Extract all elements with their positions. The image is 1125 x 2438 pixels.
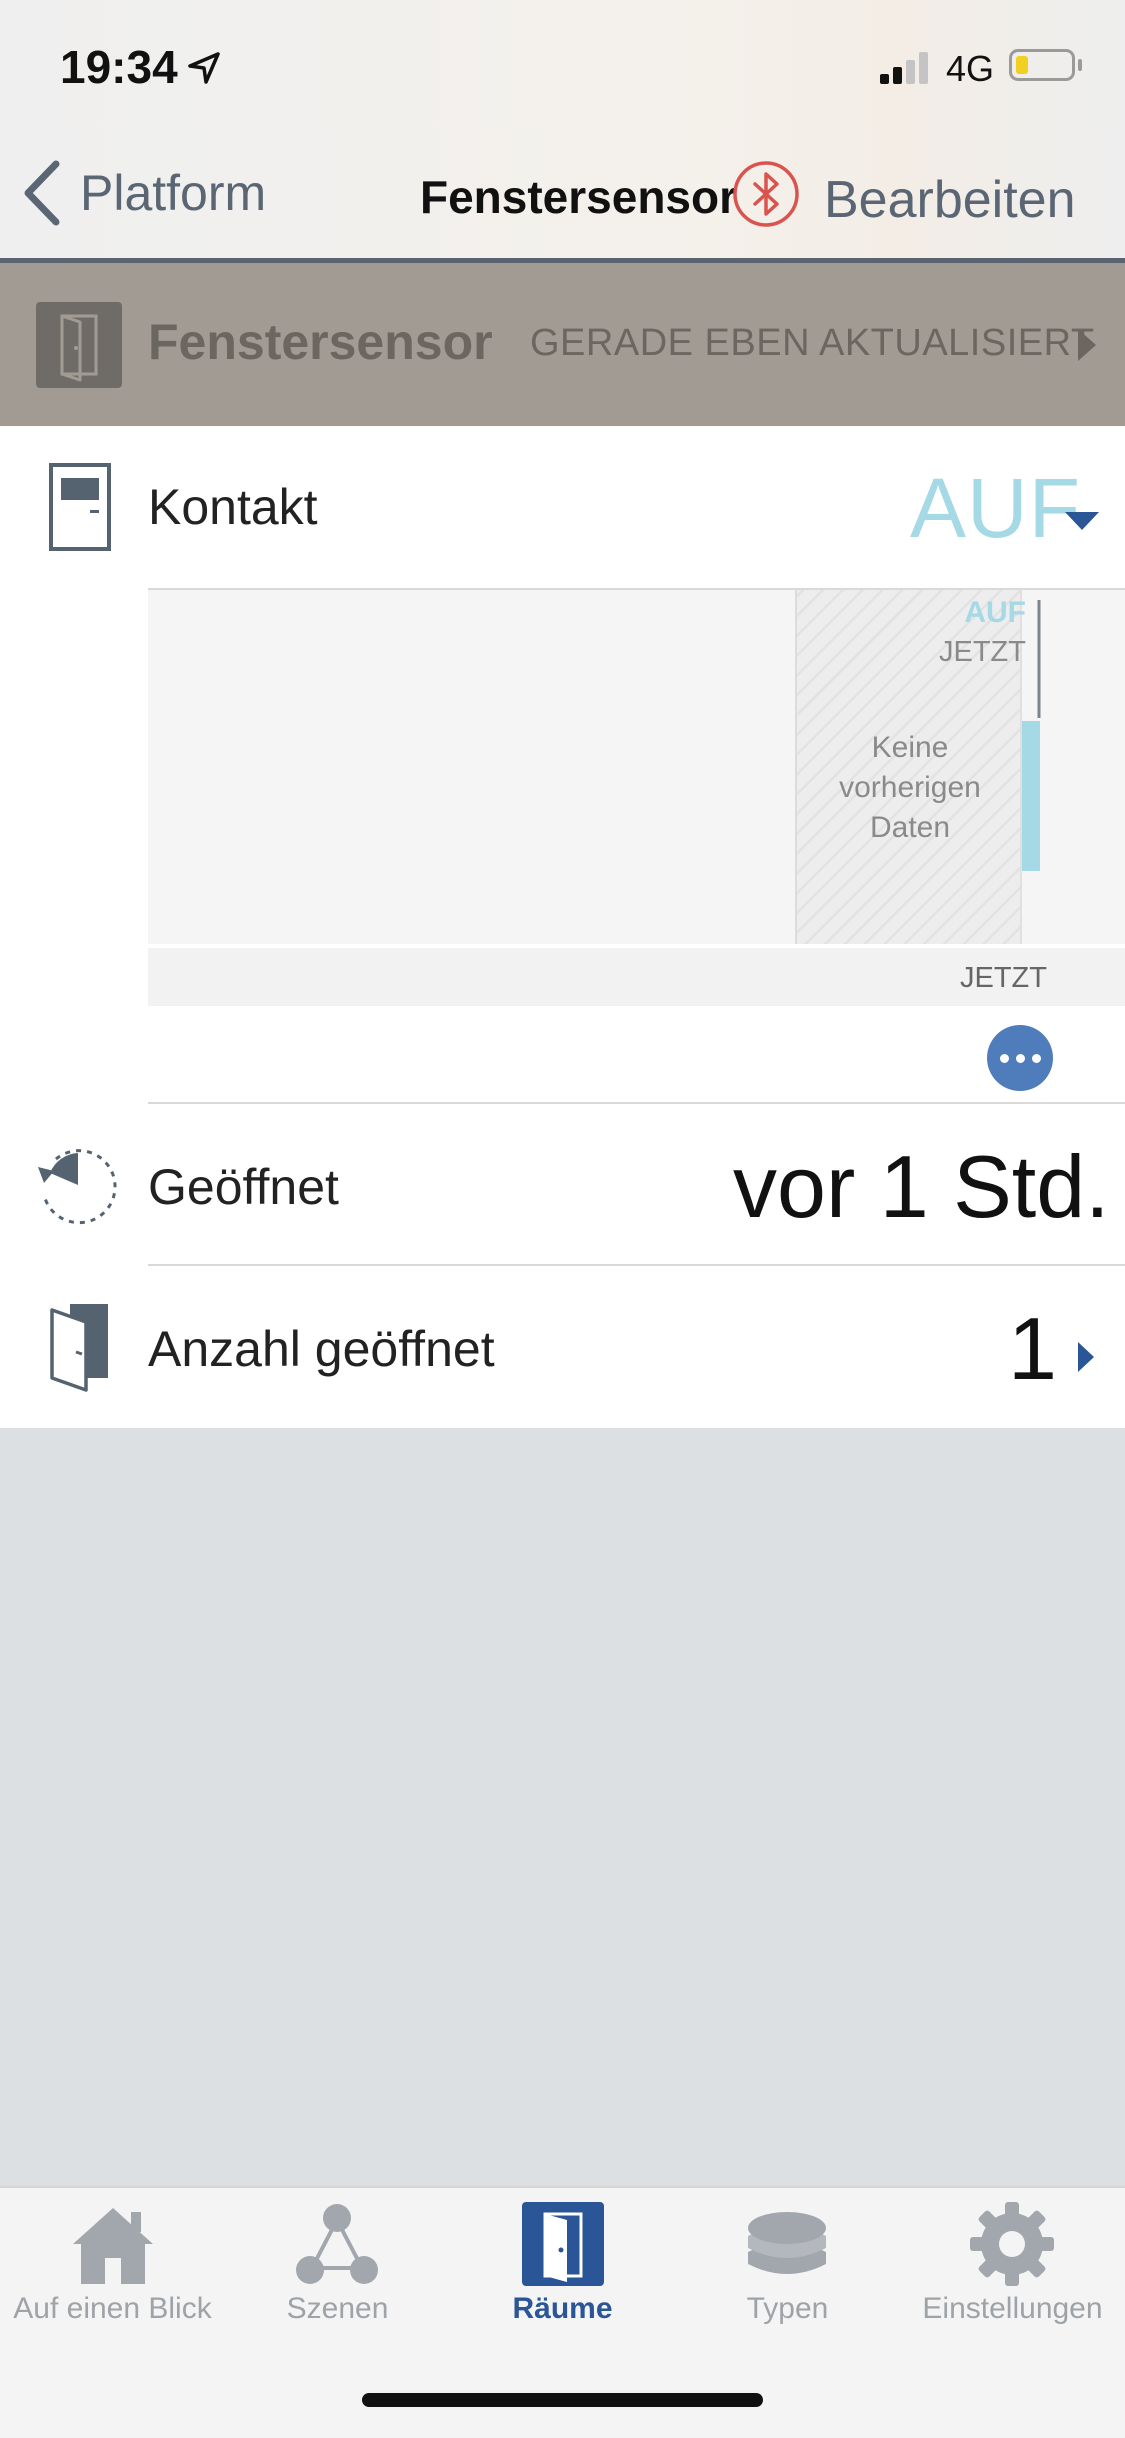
edit-button[interactable]: Bearbeiten [824, 170, 1076, 230]
page-title: Fenstersensor [420, 171, 738, 223]
house-icon [73, 2208, 153, 2284]
chart-state-label: AUF [964, 596, 1026, 629]
back-label: Platform [80, 165, 267, 221]
more-dot [1015, 1053, 1025, 1063]
cellular-signal-icon [880, 52, 928, 84]
chart-axis-tick-label: JETZT [960, 962, 1047, 994]
tab-types[interactable]: Typen [675, 2200, 900, 2330]
state-bar-open [1022, 721, 1040, 871]
open-count-label: Anzahl geöffnet [148, 1321, 495, 1377]
opened-label: Geöffnet [148, 1159, 339, 1215]
time-history-icon [38, 1149, 117, 1225]
battery-icon [1009, 49, 1075, 81]
device-door-icon [36, 302, 122, 388]
tab-label: Szenen [286, 2292, 389, 2325]
contact-label: Kontakt [148, 479, 318, 535]
layers-icon [748, 2212, 826, 2274]
caret-down-icon[interactable] [1063, 510, 1101, 532]
battery-level [1016, 56, 1028, 74]
tab-label: Auf einen Blick [13, 2292, 212, 2325]
chevron-right-icon [1078, 329, 1096, 361]
tab-settings[interactable]: Einstellungen [900, 2200, 1125, 2330]
chart-no-data-label: Keine vorherigen Daten [839, 731, 981, 844]
tab-label: Typen [746, 2292, 829, 2325]
tab-label: Räume [512, 2292, 613, 2325]
gear-icon [970, 2202, 1054, 2286]
battery-cap [1078, 59, 1082, 71]
chevron-right-icon[interactable] [1076, 1340, 1096, 1374]
network-type: 4G [946, 48, 995, 89]
scenes-icon [296, 2204, 378, 2284]
tab-overview[interactable]: Auf einen Blick [0, 2200, 225, 2330]
tab-label: Einstellungen [922, 2292, 1103, 2325]
window-sensor-icon [49, 463, 111, 551]
open-count-value[interactable]: 1 [1008, 1298, 1057, 1400]
bluetooth-button[interactable] [732, 160, 800, 228]
contact-state[interactable]: AUF [910, 460, 1081, 557]
tab-scenes[interactable]: Szenen [225, 2200, 450, 2330]
opened-value: vor 1 Std. [733, 1137, 1110, 1236]
back-button[interactable]: Platform [20, 160, 266, 226]
door-icon [522, 2202, 604, 2286]
more-dot [999, 1053, 1009, 1063]
divider [148, 1102, 1125, 1104]
open-door-icon [50, 1304, 108, 1392]
home-indicator[interactable] [362, 2393, 763, 2407]
divider [148, 1264, 1125, 1266]
tab-rooms[interactable]: Räume [450, 2200, 675, 2330]
status-time: 19:34 [60, 41, 178, 93]
more-options-button[interactable] [987, 1025, 1053, 1091]
update-status: GERADE EBEN AKTUALISIERT [530, 322, 1095, 364]
chevron-left-icon [24, 160, 60, 226]
location-arrow-icon [188, 52, 220, 84]
device-name: Fenstersensor [148, 314, 493, 370]
more-dot [1031, 1053, 1041, 1063]
chart-time-label: JETZT [939, 636, 1026, 668]
